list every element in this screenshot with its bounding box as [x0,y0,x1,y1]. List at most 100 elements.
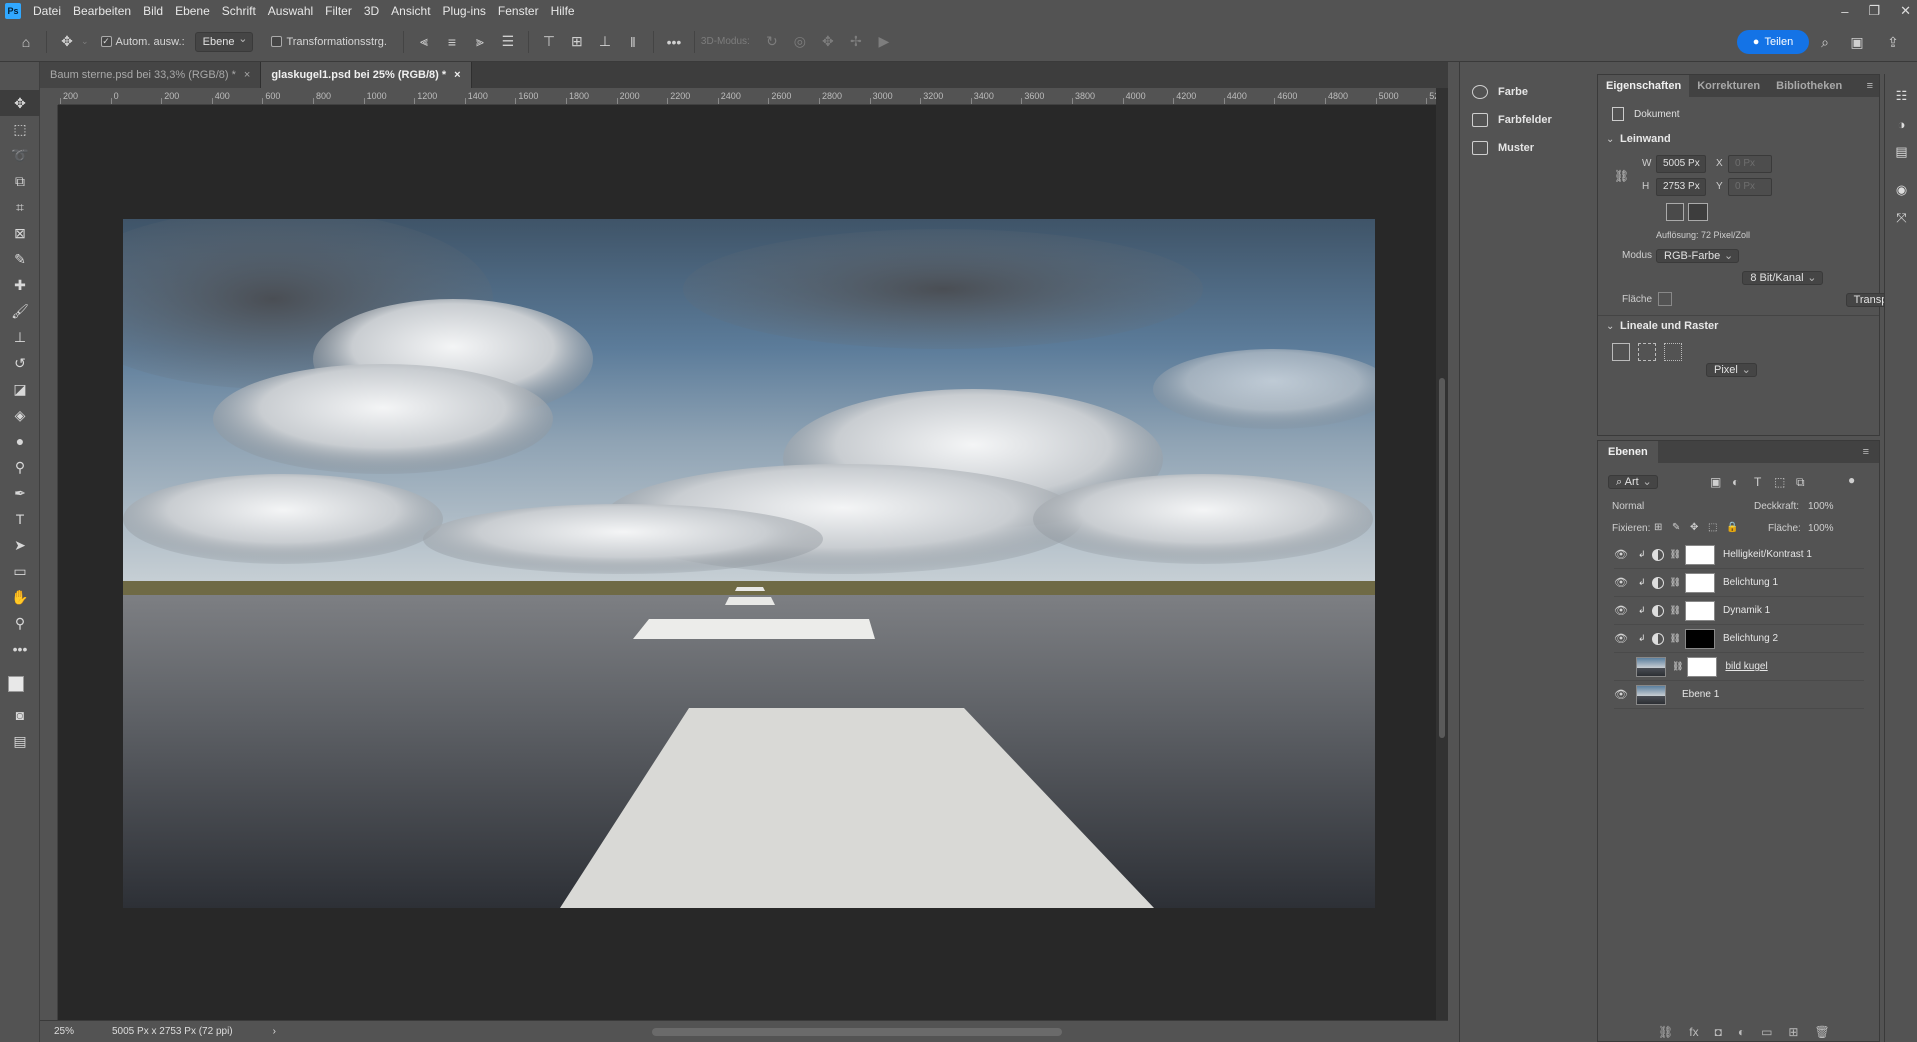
blend-mode-dropdown[interactable]: Normal [1612,501,1644,512]
portrait-orientation-icon[interactable] [1666,203,1684,221]
panel-muster[interactable]: Muster [1460,134,1592,162]
marquee-tool-icon[interactable]: ⬚ [0,116,40,142]
3d-camera-icon[interactable]: ▶ [874,32,894,52]
link-icon[interactable]: ⛓ [1670,549,1681,560]
3d-roll-icon[interactable]: ◎ [790,32,810,52]
layers-panel-title[interactable]: Ebenen [1598,441,1658,463]
align-top-icon[interactable]: ⊤ [539,32,559,52]
link-icon[interactable]: ⛓ [1670,577,1681,588]
chevron-down-icon[interactable]: ⌄ [1606,321,1614,332]
visibility-eye-icon[interactable]: 👁 [1614,688,1628,701]
menu-hilfe[interactable]: Hilfe [545,0,581,22]
layer-row[interactable]: 👁 ↲ ⛓ Helligkeit/Kontrast 1 [1614,541,1864,569]
dodge-tool-icon[interactable]: ⚲ [0,454,40,480]
distribute-vertical-icon[interactable]: ‖ [623,32,643,52]
landscape-orientation-icon[interactable] [1688,203,1708,221]
layer-name[interactable]: Helligkeit/Kontrast 1 [1723,549,1812,560]
tab-bibliotheken[interactable]: Bibliotheken [1768,75,1850,97]
layer-name[interactable]: Belichtung 2 [1723,633,1778,644]
vertical-scrollbar[interactable] [1436,88,1448,1020]
move-tool-preset-icon[interactable]: ✥ [57,32,77,52]
search-icon[interactable]: ⌕ [1815,32,1835,52]
rulers-grids-section-title[interactable]: Lineale und Raster [1620,320,1718,332]
grid-icon[interactable] [1638,343,1656,361]
layer-row[interactable]: ⛓ bild kugel [1614,653,1864,681]
menu-fenster[interactable]: Fenster [492,0,545,22]
rulers-icon[interactable] [1612,343,1630,361]
height-field[interactable]: 2753 Px [1656,178,1706,196]
workspace-icon[interactable]: ▣ [1847,32,1867,52]
doc-tab-baum-sterne[interactable]: Baum sterne.psd bei 33,3% (RGB/8) * × [40,62,262,88]
menu-datei[interactable]: Datei [27,0,67,22]
eraser-tool-icon[interactable]: ◪ [0,376,40,402]
color-mode-dropdown[interactable]: RGB-Farbe [1656,249,1740,263]
rectangle-tool-icon[interactable]: ▭ [0,558,40,584]
close-window-icon[interactable]: ✕ [1900,3,1911,19]
menu-schrift[interactable]: Schrift [216,0,262,22]
object-selection-tool-icon[interactable]: ⧉ [0,168,40,194]
eyedropper-tool-icon[interactable]: ✎ [0,246,40,272]
panel-menu-icon[interactable]: ≡ [1853,441,1879,463]
layer-row[interactable]: 👁 ↲ ⛓ Dynamik 1 [1614,597,1864,625]
export-icon[interactable]: ⇪ [1883,32,1903,52]
color-swatches[interactable] [0,662,39,702]
align-bottom-icon[interactable]: ⊥ [595,32,615,52]
panel-farbfelder[interactable]: Farbfelder [1460,106,1592,134]
lock-pixels-icon[interactable]: ✎ [1672,522,1680,533]
clone-stamp-tool-icon[interactable]: ⊥ [0,324,40,350]
zoom-level[interactable]: 25% [54,1026,104,1037]
layer-name[interactable]: bild kugel [1725,661,1767,672]
blur-tool-icon[interactable]: ● [0,428,40,454]
3d-slide-icon[interactable]: ✢ [846,32,866,52]
chevron-down-icon[interactable]: ⌄ [1606,134,1614,145]
lasso-tool-icon[interactable]: ➰ [0,142,40,168]
scrollbar-thumb[interactable] [1439,378,1445,738]
fx-icon[interactable]: fx [1689,1025,1698,1039]
move-tool-icon[interactable]: ✥ [0,90,40,116]
menu-ebene[interactable]: Ebene [169,0,216,22]
type-tool-icon[interactable]: T [0,506,40,532]
restore-icon[interactable]: ❐ [1868,3,1880,19]
filter-pixel-icon[interactable]: ▣ [1710,475,1721,489]
trash-icon[interactable]: 🗑 [1814,1025,1829,1039]
panel-farbe[interactable]: Farbe [1460,78,1592,106]
link-icon[interactable]: ⛓ [1670,605,1681,616]
quick-mask-icon[interactable]: ◙ [0,702,40,728]
path-selection-tool-icon[interactable]: ➤ [0,532,40,558]
layer-mask-thumbnail[interactable] [1684,572,1715,593]
canvas-section-title[interactable]: Leinwand [1620,133,1671,145]
opacity-field[interactable]: 100% [1808,501,1834,512]
filter-shape-icon[interactable]: ⬚ [1774,475,1785,489]
zoom-tool-icon[interactable]: ⚲ [0,610,40,636]
paths-panel-icon[interactable]: ⤧ [1885,204,1917,232]
fill-color-swatch[interactable] [1658,292,1672,306]
transform-controls-checkbox[interactable] [271,36,283,47]
pen-tool-icon[interactable]: ✒ [0,480,40,506]
layer-mask-thumbnail[interactable] [1684,628,1715,649]
chevron-down-icon[interactable]: ⌄ [81,36,89,47]
guides-icon[interactable] [1664,343,1682,361]
menu-3d[interactable]: 3D [358,0,385,22]
fill-field[interactable]: 100% [1808,523,1834,534]
share-button[interactable]: ● Teilen [1737,30,1809,54]
lock-position-icon[interactable]: ✥ [1690,522,1698,533]
minimize-icon[interactable]: – [1841,4,1848,19]
3d-orbit-icon[interactable]: ↻ [762,32,782,52]
tab-korrekturen[interactable]: Korrekturen [1689,75,1768,97]
link-layers-icon[interactable]: ⛓ [1658,1025,1673,1039]
home-icon[interactable]: ⌂ [16,32,36,52]
distribute-icon[interactable]: ☰ [498,32,518,52]
edit-toolbar-icon[interactable]: ••• [0,636,40,662]
3d-pan-icon[interactable]: ✥ [818,32,838,52]
layer-mask-thumbnail[interactable] [1687,656,1718,677]
auto-select-dropdown[interactable]: Ebene [194,30,254,52]
layer-row[interactable]: 👁 ↲ ⛓ Belichtung 1 [1614,569,1864,597]
lock-all-icon[interactable]: 🔒 [1726,522,1738,533]
healing-brush-tool-icon[interactable]: ✚ [0,272,40,298]
panel-menu-icon[interactable]: ≡ [1867,80,1873,92]
layer-filter-dropdown[interactable]: ⌕ Art [1608,475,1658,489]
adjustments-panel-icon[interactable]: ◑ [1885,110,1917,138]
frame-tool-icon[interactable]: ⊠ [0,220,40,246]
menu-ansicht[interactable]: Ansicht [385,0,436,22]
link-icon[interactable]: ⛓ [1672,661,1683,672]
